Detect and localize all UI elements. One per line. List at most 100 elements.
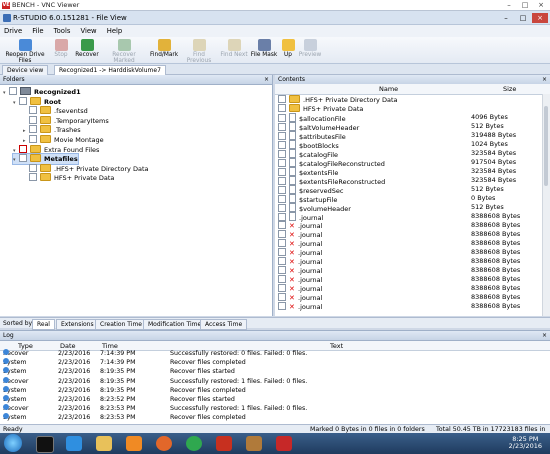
file-checkbox[interactable]	[278, 159, 286, 167]
file-row[interactable]: ✕ .journal 8388608 Bytes	[275, 257, 545, 266]
file-row[interactable]: $extentsFileReconstructed 323584 Bytes	[275, 176, 545, 186]
cmd-icon[interactable]	[36, 436, 54, 453]
tree-node-checkbox[interactable]	[29, 135, 37, 143]
menu-file[interactable]: File	[28, 25, 47, 35]
column-size[interactable]: Size	[503, 85, 516, 93]
file-checkbox[interactable]	[278, 293, 286, 301]
tree-node[interactable]: .fseventsd	[23, 106, 88, 116]
file-row[interactable]: HFS+ Private Data	[275, 104, 545, 113]
file-row[interactable]: $bootBlocks 1024 Bytes	[275, 140, 545, 150]
tree-node-checkbox[interactable]	[19, 154, 27, 163]
file-checkbox[interactable]	[278, 257, 286, 265]
tree-node-checkbox[interactable]	[29, 106, 37, 115]
file-checkbox[interactable]	[278, 204, 286, 212]
vnc-minimize-button[interactable]: –	[502, 1, 516, 9]
tree-node-checkbox[interactable]	[29, 125, 37, 134]
up-button[interactable]: Up	[280, 38, 296, 63]
file-checkbox[interactable]	[278, 177, 286, 185]
file-checkbox[interactable]	[278, 168, 286, 176]
menu-help[interactable]: Help	[103, 25, 127, 35]
file-row[interactable]: $volumeHeader 512 Bytes	[275, 203, 545, 213]
recover-button[interactable]: Recover	[74, 38, 100, 63]
file-row[interactable]: ✕ .journal 8388608 Bytes	[275, 284, 545, 293]
file-checkbox[interactable]	[278, 132, 286, 140]
file-row[interactable]: ✕ .journal 8388608 Bytes	[275, 266, 545, 275]
r-studio-icon[interactable]	[246, 436, 262, 451]
find-mark-button[interactable]: Find/Mark	[150, 38, 178, 63]
maximize-button[interactable]: □	[515, 13, 531, 23]
menu-tools[interactable]: Tools	[50, 25, 75, 35]
sort-tab-access-time[interactable]: Access Time	[200, 319, 248, 330]
stop-button[interactable]: Stop	[50, 38, 72, 63]
folders-close-button[interactable]: ×	[264, 75, 269, 84]
media-player-icon[interactable]	[126, 436, 142, 451]
file-checkbox[interactable]	[278, 239, 286, 247]
file-row[interactable]: ✕ .journal 8388608 Bytes	[275, 293, 545, 302]
menu-view[interactable]: View	[76, 25, 100, 35]
preview-button[interactable]: Preview	[297, 38, 323, 63]
file-row[interactable]: $startupFile 0 Bytes	[275, 194, 545, 204]
file-checkbox[interactable]	[278, 284, 286, 292]
tree-node-checkbox[interactable]	[9, 87, 17, 95]
tree-node-checkbox[interactable]	[29, 163, 37, 172]
file-row[interactable]: .journal 8388608 Bytes	[275, 212, 545, 222]
find-next-button[interactable]: Find Next	[220, 38, 248, 63]
contents-scrollbar[interactable]	[542, 94, 550, 316]
log-row[interactable]: System 2/23/2016 8:19:35 PM Recover files s…	[0, 367, 544, 376]
file-checkbox[interactable]	[278, 213, 286, 221]
file-mask-button[interactable]: File Mask	[250, 38, 278, 63]
contents-close-button[interactable]: ×	[542, 75, 547, 84]
ie-icon[interactable]	[66, 436, 82, 451]
file-row[interactable]: ✕ .journal 8388608 Bytes	[275, 230, 545, 239]
tree-node-checkbox[interactable]	[29, 173, 37, 182]
tree-node[interactable]: ▾ Metafiles	[12, 153, 79, 166]
close-button[interactable]: ×	[532, 13, 548, 23]
file-checkbox[interactable]	[278, 302, 286, 310]
reopen-drive-files-button[interactable]: Reopen Drive Files	[2, 38, 48, 64]
file-row[interactable]: .HFS+ Private Directory Data	[275, 95, 545, 104]
minimize-button[interactable]: –	[498, 13, 514, 23]
tree-node[interactable]: .TemporaryItems	[23, 115, 109, 126]
file-checkbox[interactable]	[278, 266, 286, 274]
file-checkbox[interactable]	[278, 104, 286, 112]
tree-node[interactable]: ▾ Root	[13, 96, 61, 107]
file-checkbox[interactable]	[278, 123, 286, 131]
file-checkbox[interactable]	[278, 248, 286, 256]
log-row[interactable]: System 2/23/2016 7:14:39 PM Recover files c…	[0, 358, 544, 367]
file-checkbox[interactable]	[278, 186, 286, 194]
file-row[interactable]: ✕ .journal 8388608 Bytes	[275, 248, 545, 257]
explorer-icon[interactable]	[96, 436, 112, 451]
tree-node-checkbox[interactable]	[19, 144, 27, 153]
sort-tab-creation-time[interactable]: Creation Time	[95, 319, 147, 330]
file-row[interactable]: ✕ .journal 8388608 Bytes	[275, 239, 545, 248]
file-row[interactable]: $extentsFile 323584 Bytes	[275, 167, 545, 177]
column-name[interactable]: Name	[379, 85, 398, 93]
tree-node[interactable]: ▾ Recognized1	[3, 87, 81, 97]
file-checkbox[interactable]	[278, 275, 286, 283]
file-row[interactable]: $attributesFile 319488 Bytes	[275, 131, 545, 141]
file-row[interactable]: ✕ .journal 8388608 Bytes	[275, 221, 545, 230]
sort-tab-extensions[interactable]: Extensions	[56, 319, 99, 330]
taskbar-clock[interactable]: 8:25 PM 2/23/2016	[509, 436, 542, 450]
vnc-close-button[interactable]: ×	[534, 1, 548, 9]
recover-marked-button[interactable]: Recover Marked	[102, 38, 146, 64]
file-row[interactable]: ✕ .journal 8388608 Bytes	[275, 302, 545, 311]
file-row[interactable]: ✕ .journal 8388608 Bytes	[275, 275, 545, 284]
file-checkbox[interactable]	[278, 230, 286, 238]
file-row[interactable]: $altVolumeHeader 512 Bytes	[275, 122, 545, 132]
file-checkbox[interactable]	[278, 221, 286, 229]
file-checkbox[interactable]	[278, 114, 286, 122]
log-row[interactable]: Recover 2/23/2016 7:14:39 PM Successfully r…	[0, 349, 544, 358]
tree-node-checkbox[interactable]	[29, 115, 37, 124]
file-checkbox[interactable]	[278, 95, 286, 103]
tree-node[interactable]: ▸ .Trashes	[23, 125, 81, 135]
sort-tab-real[interactable]: Real	[32, 319, 55, 330]
find-previous-button[interactable]: Find Previous	[180, 38, 218, 64]
start-orb-icon[interactable]	[4, 434, 22, 452]
log-row[interactable]: System 2/23/2016 8:23:53 PM Recover files c…	[0, 413, 544, 422]
log-close-button[interactable]: ×	[542, 331, 547, 340]
file-row[interactable]: $allocationFile 4096 Bytes	[275, 113, 545, 123]
log-row[interactable]: System 2/23/2016 8:23:52 PM Recover files s…	[0, 395, 544, 404]
tree-node[interactable]: .HFS+ Private Directory Data	[23, 163, 149, 174]
log-row[interactable]: Recover 2/23/2016 8:23:53 PM Successfully r…	[0, 404, 544, 413]
